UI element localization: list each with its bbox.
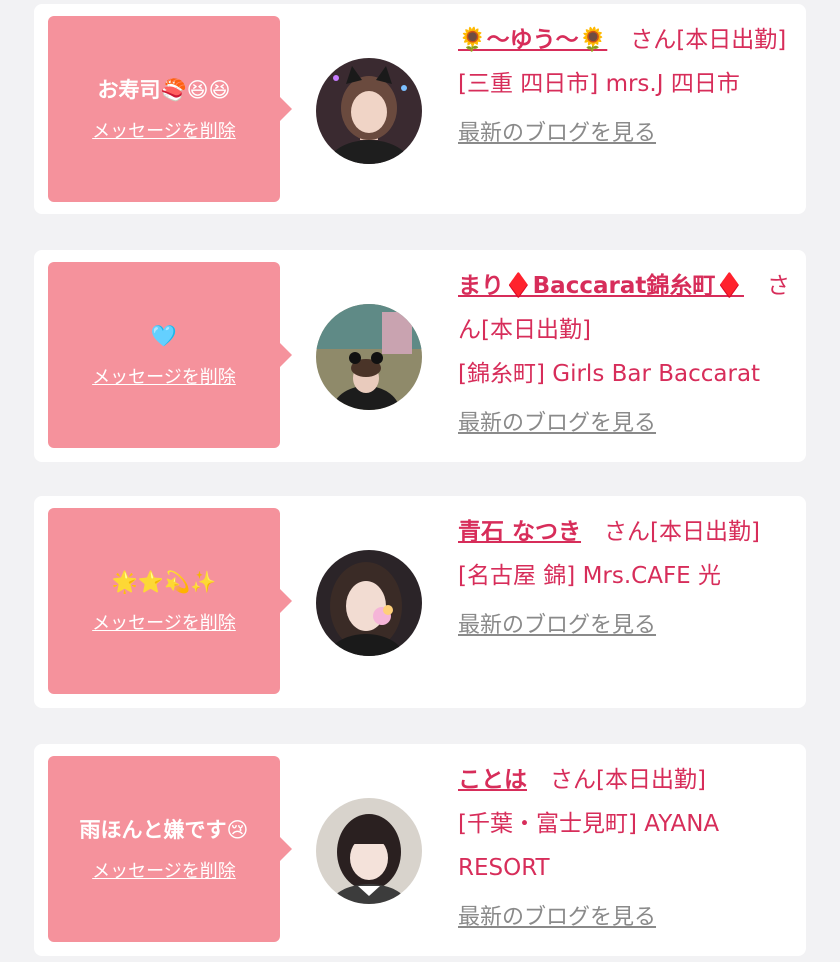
attendance-status: さん[本日出勤] xyxy=(527,767,706,793)
girl-name-link[interactable]: 青石 なつき xyxy=(458,519,581,545)
message-card: 雨ほんと嫌です😢 メッセージを削除 ことは さん[本日出勤] [千葉・富士見町]… xyxy=(34,744,806,956)
girl-name-link[interactable]: まり♦️Baccarat錦糸町♦️ xyxy=(458,273,744,299)
girl-info: 青石 なつき さん[本日出勤] [名古屋 錦] Mrs.CAFE 光 最新のブロ… xyxy=(458,510,798,648)
message-bubble: お寿司🍣😆😆 メッセージを削除 xyxy=(48,16,292,202)
latest-blog-link[interactable]: 最新のブログを見る xyxy=(458,896,656,940)
message-card: 🩵 メッセージを削除 まり♦️Baccarat錦糸町♦️ さん[本日出勤] [錦… xyxy=(34,250,806,462)
delete-message-link[interactable]: メッセージを削除 xyxy=(92,857,236,883)
avatar[interactable] xyxy=(316,304,422,410)
message-bubble: 雨ほんと嫌です😢 メッセージを削除 xyxy=(48,756,292,942)
message-bubble: 🩵 メッセージを削除 xyxy=(48,262,292,448)
delete-message-link[interactable]: メッセージを削除 xyxy=(92,117,236,143)
attendance-status: さん[本日出勤] xyxy=(581,519,760,545)
message-text: 🩵 xyxy=(150,324,178,348)
girl-info: ことは さん[本日出勤] [千葉・富士見町] AYANA RESORT 最新のブ… xyxy=(458,758,798,940)
message-bubble: 🌟⭐💫✨ メッセージを削除 xyxy=(48,508,292,694)
shop-info: [錦糸町] Girls Bar Baccarat xyxy=(458,361,761,387)
shop-info: [千葉・富士見町] AYANA RESORT xyxy=(458,811,720,881)
girl-name-link[interactable]: 🌻〜ゆう〜🌻 xyxy=(458,27,607,53)
attendance-status: さん[本日出勤] xyxy=(607,27,787,53)
delete-message-link[interactable]: メッセージを削除 xyxy=(92,609,236,635)
message-card: お寿司🍣😆😆 メッセージを削除 🌻〜ゆう〜🌻 さん[本日出勤] [三重 四日市]… xyxy=(34,4,806,214)
avatar[interactable] xyxy=(316,58,422,164)
shop-info: [名古屋 錦] Mrs.CAFE 光 xyxy=(458,563,722,589)
avatar[interactable] xyxy=(316,550,422,656)
avatar[interactable] xyxy=(316,798,422,904)
girl-name-link[interactable]: ことは xyxy=(458,767,527,793)
latest-blog-link[interactable]: 最新のブログを見る xyxy=(458,112,656,156)
latest-blog-link[interactable]: 最新のブログを見る xyxy=(458,604,656,648)
message-text: 雨ほんと嫌です😢 xyxy=(79,818,249,842)
girl-info: 🌻〜ゆう〜🌻 さん[本日出勤] [三重 四日市] mrs.J 四日市 最新のブロ… xyxy=(458,18,798,156)
message-text: 🌟⭐💫✨ xyxy=(111,570,217,594)
message-text: お寿司🍣😆😆 xyxy=(97,78,231,102)
message-card: 🌟⭐💫✨ メッセージを削除 青石 なつき さん[本日出勤] [名古屋 錦] Mr… xyxy=(34,496,806,708)
latest-blog-link[interactable]: 最新のブログを見る xyxy=(458,402,656,446)
shop-info: [三重 四日市] mrs.J 四日市 xyxy=(458,71,740,97)
delete-message-link[interactable]: メッセージを削除 xyxy=(92,363,236,389)
girl-info: まり♦️Baccarat錦糸町♦️ さん[本日出勤] [錦糸町] Girls B… xyxy=(458,264,798,446)
